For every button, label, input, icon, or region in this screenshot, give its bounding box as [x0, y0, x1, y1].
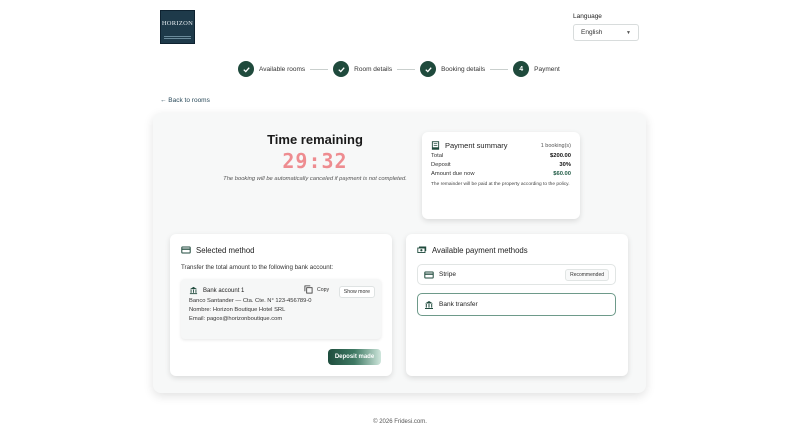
- summary-row-value: 30%: [559, 162, 571, 168]
- booking-stepper: Available rooms Room details Booking det…: [238, 61, 560, 77]
- step-room-details: Room details: [333, 61, 392, 77]
- available-methods-title-text: Available payment methods: [432, 245, 528, 255]
- step-number: 4: [513, 61, 530, 77]
- summary-row-label: Amount due now: [431, 171, 475, 177]
- credit-card-icon: [424, 271, 434, 278]
- method-name-text: Stripe: [439, 271, 456, 278]
- copy-label: Copy: [317, 286, 330, 293]
- summary-row-label: Deposit: [431, 162, 451, 168]
- bank-account-name: Bank account 1: [189, 286, 244, 295]
- countdown-value: 29:32: [282, 149, 348, 173]
- show-more-button[interactable]: Show more: [338, 286, 375, 298]
- summary-note: The remainder will be paid at the proper…: [431, 182, 570, 187]
- step-label: Payment: [534, 65, 560, 73]
- payment-method-stripe[interactable]: Stripe Recommended: [417, 264, 616, 285]
- summary-row-due: Amount due now $60.00: [431, 171, 571, 177]
- selected-method-title-text: Selected method: [196, 245, 255, 255]
- transfer-instruction: Transfer the total amount to the followi…: [181, 264, 334, 271]
- summary-row-total: Total $200.00: [431, 153, 571, 159]
- step-label: Available rooms: [259, 65, 306, 73]
- language-selector: Language English ▼: [573, 13, 639, 41]
- step-label: Room details: [354, 65, 393, 73]
- receipt-icon: [431, 141, 440, 150]
- method-name: Stripe: [424, 270, 456, 280]
- bank-detail-line: Banco Santander — Cta. Cte. N° 123-45678…: [189, 298, 312, 304]
- check-icon: [238, 61, 254, 77]
- payment-summary: Payment summary 1 booking(s) Total $200.…: [422, 132, 580, 219]
- logo-decoration: [164, 36, 191, 39]
- summary-row-deposit: Deposit 30%: [431, 162, 571, 168]
- hotel-logo: HORIZON: [160, 10, 195, 44]
- timer-note: The booking will be automatically cancel…: [223, 176, 407, 182]
- step-label: Booking details: [441, 65, 486, 73]
- bank-icon: [189, 286, 198, 295]
- step-connector: [310, 68, 329, 70]
- credit-card-icon: [181, 246, 191, 254]
- back-to-rooms-link[interactable]: ← Back to rooms: [160, 97, 210, 104]
- selected-method-title: Selected method: [181, 245, 381, 255]
- bank-detail-line: Email: pagos@horizonboutique.com: [189, 316, 283, 322]
- language-select[interactable]: English ▼: [573, 24, 639, 41]
- step-payment: 4 Payment: [513, 61, 560, 77]
- booking-count: 1 booking(s): [540, 142, 571, 149]
- language-label: Language: [573, 13, 602, 20]
- payment-summary-title: Payment summary: [431, 141, 508, 150]
- check-icon: [420, 61, 437, 77]
- summary-row-value: $60.00: [553, 171, 571, 177]
- summary-title-text: Payment summary: [445, 141, 508, 150]
- available-methods-title: Available payment methods: [417, 245, 617, 255]
- bank-account-name-text: Bank account 1: [203, 287, 245, 294]
- deposit-made-button[interactable]: Deposit made: [328, 349, 381, 365]
- step-booking-details: Booking details: [420, 61, 485, 77]
- logo-text: HORIZON: [161, 19, 194, 27]
- chevron-down-icon: ▼: [626, 29, 631, 36]
- available-methods-panel: Available payment methods Stripe Recomme…: [406, 234, 628, 376]
- method-name-text: Bank transfer: [439, 301, 478, 308]
- payment-method-bank-transfer[interactable]: Bank transfer: [417, 293, 616, 316]
- time-remaining-title: Time remaining: [267, 132, 363, 147]
- cash-icon: [417, 246, 427, 253]
- check-icon: [333, 61, 350, 77]
- step-connector: [397, 68, 416, 70]
- summary-row-label: Total: [431, 153, 444, 159]
- bank-detail-line: Nombre: Horizon Boutique Hotel SRL: [189, 307, 286, 313]
- step-connector: [490, 68, 509, 70]
- selected-method-panel: Selected method Transfer the total amoun…: [170, 234, 392, 376]
- copy-button[interactable]: Copy: [304, 285, 329, 294]
- copy-icon: [304, 285, 313, 294]
- bank-account-card: Bank account 1 Copy Show more Banco Sant…: [181, 279, 381, 339]
- time-remaining: Time remaining 29:32 The booking will be…: [210, 132, 420, 182]
- footer-copyright: © 2026 Fridesi.com.: [373, 419, 427, 425]
- recommended-badge: Recommended: [565, 268, 609, 281]
- step-available-rooms: Available rooms: [238, 61, 305, 77]
- method-name: Bank transfer: [424, 300, 478, 310]
- summary-row-value: $200.00: [550, 153, 571, 159]
- language-selected-value: English: [581, 29, 603, 36]
- bank-icon: [425, 300, 433, 309]
